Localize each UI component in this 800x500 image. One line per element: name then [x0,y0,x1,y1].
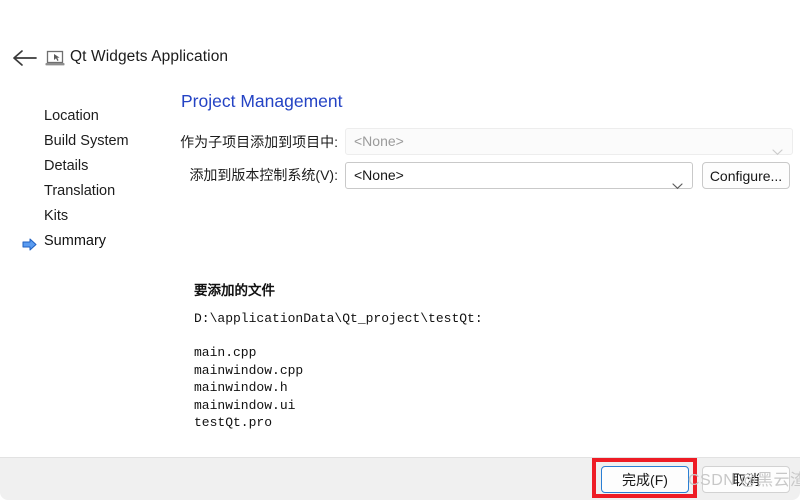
list-item: testQt.pro [194,415,273,430]
subproject-field-row: 作为子项目添加到项目中: [180,130,338,154]
sidebar-item-label: Summary [44,233,107,249]
sidebar-item-label: Location [44,108,99,124]
sidebar-item-details[interactable]: Details [0,154,180,179]
sidebar-item-kits[interactable]: Kits [0,204,180,229]
back-arrow-icon [13,50,37,66]
files-target-path: D:\applicationData\Qt_project\testQt: [194,311,483,326]
list-item: mainwindow.ui [194,397,296,413]
subproject-label: 作为子项目添加到项目中: [180,134,338,150]
wizard-header: Qt Widgets Application [0,0,800,88]
vcs-combobox[interactable]: <None> [345,162,693,189]
vcs-combobox-value: <None> [354,167,404,183]
files-list: main.cpp mainwindow.cpp mainwindow.h mai… [194,344,303,432]
sidebar-item-translation[interactable]: Translation [0,179,180,204]
qt-widgets-app-icon [45,50,65,68]
subproject-combobox[interactable]: <None> [345,128,793,155]
chevron-down-icon [772,138,783,155]
sidebar-item-label: Translation [44,183,116,199]
sidebar-item-build-system[interactable]: Build System [0,129,180,154]
sidebar-item-summary[interactable]: Summary [0,229,180,254]
configure-button[interactable]: Configure... [702,162,790,189]
blue-right-arrow-icon [22,235,37,251]
list-item: mainwindow.h [194,380,288,395]
sidebar-item-label: Details [44,158,89,174]
vcs-field-row: 添加到版本控制系统(V): [181,163,338,187]
chevron-down-icon [672,172,683,189]
wizard-sidebar: Location Build System Details Translatio… [0,104,180,254]
wizard-window: Qt Widgets Application Location Build Sy… [0,0,800,500]
sidebar-item-location[interactable]: Location [0,104,180,129]
finish-button[interactable]: 完成(F) [601,466,689,493]
app-title: Qt Widgets Application [70,48,229,65]
sidebar-item-label: Build System [44,133,129,149]
sidebar-item-label: Kits [44,208,69,224]
back-button[interactable] [8,45,42,71]
vcs-label: 添加到版本控制系统(V): [189,167,338,183]
cancel-button[interactable]: 取消 [702,466,790,493]
list-item: mainwindow.cpp [194,362,304,378]
files-to-add-heading: 要添加的文件 [194,283,275,298]
page-title: Project Management [181,91,343,111]
list-item: main.cpp [194,345,257,360]
subproject-combobox-value: <None> [354,133,404,149]
